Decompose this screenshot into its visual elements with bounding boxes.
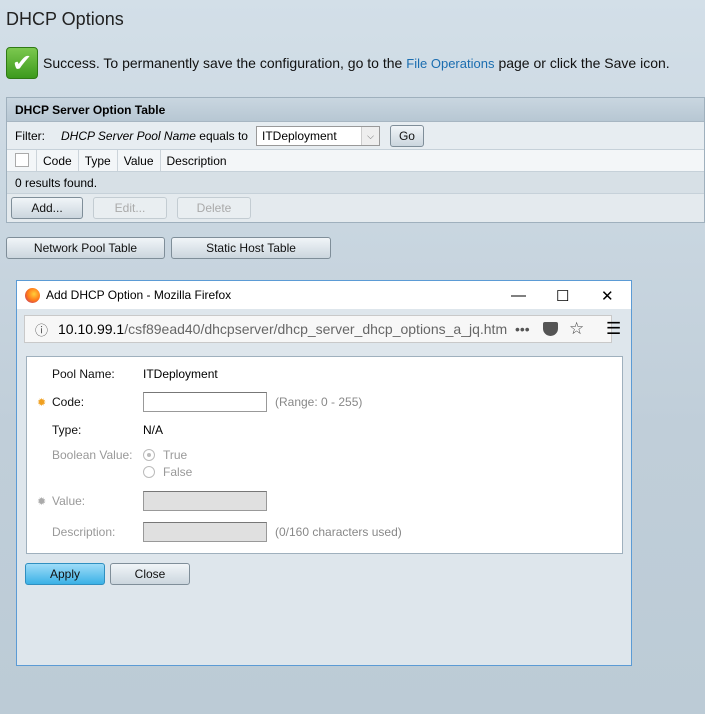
add-button[interactable]: Add... xyxy=(11,197,83,219)
col-code[interactable]: Code xyxy=(37,150,79,171)
filter-bar: Filter: DHCP Server Pool Name equals to … xyxy=(7,122,704,150)
close-button[interactable]: Close xyxy=(110,563,190,585)
url-host: 10.10.99.1 xyxy=(58,321,125,337)
more-icon[interactable]: ••• xyxy=(515,321,530,337)
network-pool-table-button[interactable]: Network Pool Table xyxy=(6,237,165,259)
description-input[interactable] xyxy=(143,522,267,542)
col-description[interactable]: Description xyxy=(161,150,233,171)
minimize-icon[interactable]: — xyxy=(511,287,526,304)
type-value: N/A xyxy=(143,423,164,437)
file-operations-link[interactable]: File Operations xyxy=(406,56,494,71)
pool-name-value: ITDeployment xyxy=(261,128,337,143)
description-hint: (0/160 characters used) xyxy=(275,525,402,539)
window-titlebar: Add DHCP Option - Mozilla Firefox — ☐ ✕ xyxy=(17,281,631,309)
info-icon[interactable]: ⓘ xyxy=(35,320,48,339)
star-icon[interactable]: ☆ xyxy=(569,319,584,339)
col-type[interactable]: Type xyxy=(79,150,118,171)
page-title: DHCP Options xyxy=(6,9,124,29)
results-count: 0 results found. xyxy=(7,172,704,194)
false-label: False xyxy=(163,465,193,479)
close-icon[interactable]: ✕ xyxy=(601,287,614,305)
edit-button[interactable]: Edit... xyxy=(93,197,167,219)
menu-icon[interactable]: ☰ xyxy=(606,319,621,339)
static-host-table-button[interactable]: Static Host Table xyxy=(171,237,331,259)
add-dhcp-option-window: Add DHCP Option - Mozilla Firefox — ☐ ✕ … xyxy=(16,280,632,666)
window-title: Add DHCP Option - Mozilla Firefox xyxy=(46,288,232,302)
type-label: Type: xyxy=(52,423,82,437)
filter-field: DHCP Server Pool Name xyxy=(61,128,196,143)
dhcp-option-table-panel: DHCP Server Option Table Filter: DHCP Se… xyxy=(6,97,705,223)
filter-label: Filter: xyxy=(15,128,45,143)
success-message: ✔ Success. To permanently save the confi… xyxy=(6,47,670,79)
select-all-checkbox[interactable] xyxy=(15,153,29,167)
apply-button[interactable]: Apply xyxy=(25,563,105,585)
pool-name-select[interactable]: ITDeployment ⌵ xyxy=(255,125,380,146)
code-input[interactable] xyxy=(143,392,267,412)
description-label: Description: xyxy=(52,525,116,539)
chevron-down-icon: ⌵ xyxy=(360,126,379,145)
firefox-icon xyxy=(25,287,40,303)
col-value[interactable]: Value xyxy=(118,150,161,171)
success-tail: page or click the Save icon. xyxy=(498,55,670,71)
success-text: Success. To permanently save the configu… xyxy=(43,55,403,71)
url-bar[interactable]: ⓘ 10.10.99.1/csf89ead40/dhcpserver/dhcp_… xyxy=(24,315,612,343)
required-icon: ✹ xyxy=(37,396,47,409)
code-hint: (Range: 0 - 255) xyxy=(275,395,363,409)
table-header: Code Type Value Description xyxy=(7,150,704,172)
filter-op: equals to xyxy=(199,128,248,143)
url-path: /csf89ead40/dhcpserver/dhcp_server_dhcp_… xyxy=(124,321,508,337)
go-button[interactable]: Go xyxy=(389,124,424,147)
pocket-icon[interactable] xyxy=(543,322,558,336)
option-form: Pool Name: ITDeployment ✹ Code: (Range: 0 -… xyxy=(26,356,623,554)
table-actions: Add... Edit... Delete xyxy=(7,194,704,222)
pool-name-value: ITDeployment xyxy=(143,367,218,381)
value-input[interactable] xyxy=(143,491,267,511)
true-radio[interactable] xyxy=(143,449,155,461)
pool-name-label: Pool Name: xyxy=(52,367,115,381)
required-icon: ✹ xyxy=(37,495,47,508)
false-radio[interactable] xyxy=(143,466,155,478)
panel-title: DHCP Server Option Table xyxy=(7,98,704,122)
success-check-icon: ✔ xyxy=(6,47,38,79)
maximize-icon[interactable]: ☐ xyxy=(556,287,569,305)
boolean-label: Boolean Value: xyxy=(52,448,133,462)
true-label: True xyxy=(163,448,188,462)
delete-button[interactable]: Delete xyxy=(177,197,251,219)
